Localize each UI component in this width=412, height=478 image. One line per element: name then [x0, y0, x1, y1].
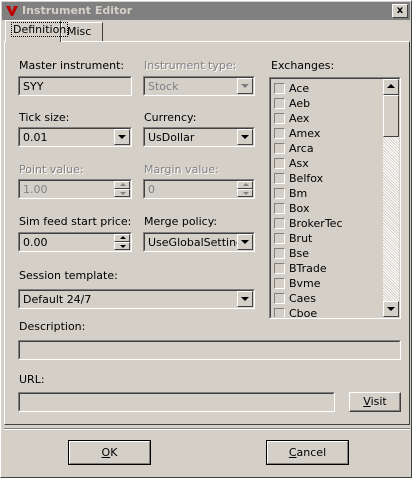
ok-button[interactable]: OK [68, 440, 151, 465]
cancel-button-accelerator: C [288, 446, 297, 459]
ok-button-accelerator: O [101, 446, 111, 459]
ninja-logo-icon [6, 6, 18, 16]
cancel-button-label: Cancel [289, 446, 326, 459]
bottom-separator [4, 428, 410, 430]
cancel-button[interactable]: Cancel [266, 440, 349, 465]
close-icon: x [396, 5, 404, 16]
ok-button-text: K [110, 446, 118, 459]
close-button[interactable]: x [392, 4, 408, 18]
tab-definition-label: Definition [11, 22, 69, 37]
tab-misc-label: Misc [67, 25, 92, 38]
tab-definition[interactable]: Definition [5, 20, 69, 42]
instrument-editor-window: Instrument Editor x Definition Misc Mast… [0, 0, 412, 478]
ok-button-label: OK [102, 446, 118, 459]
cancel-button-text: ancel [296, 446, 327, 459]
window-title: Instrument Editor [22, 4, 133, 17]
definition-panel [4, 41, 410, 425]
title-bar[interactable]: Instrument Editor x [2, 2, 410, 20]
